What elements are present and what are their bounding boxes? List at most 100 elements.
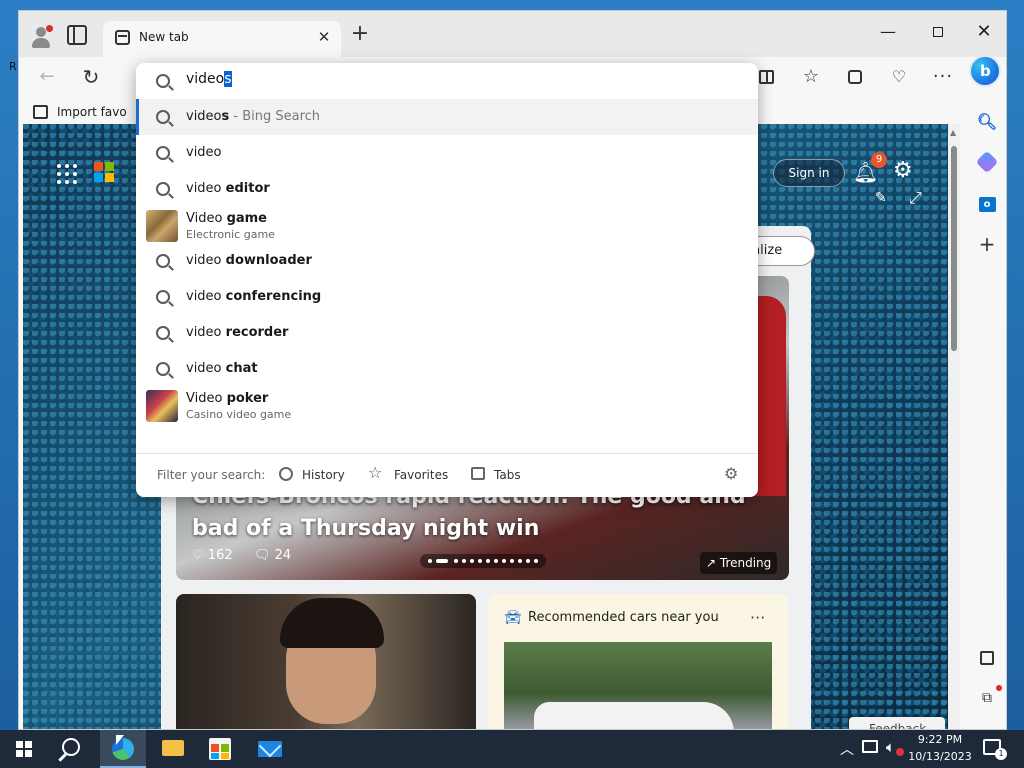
- suggestion-item[interactable]: Video poker Casino video game: [136, 387, 758, 423]
- sidebar-search-icon[interactable]: 🔍︎: [976, 111, 998, 133]
- suggestion-text: videos - Bing Search: [186, 109, 320, 124]
- suggestion-base-text: video: [186, 289, 226, 304]
- store-icon[interactable]: [209, 738, 231, 760]
- open-external-icon[interactable]: ⧉: [976, 687, 998, 709]
- feedback-button[interactable]: Feedback: [849, 717, 945, 729]
- suggestion-item[interactable]: video chat: [136, 351, 758, 387]
- suggestion-source: - Bing Search: [229, 109, 321, 124]
- carousel-dots[interactable]: [420, 554, 546, 568]
- filter-tabs-button[interactable]: Tabs: [494, 468, 521, 482]
- star-icon[interactable]: ☆: [368, 463, 382, 482]
- taskbar-search-icon[interactable]: [62, 738, 80, 756]
- collections-glyph: [848, 70, 862, 84]
- suggestion-bold-text: conferencing: [225, 289, 322, 304]
- suggestion-bold-text: recorder: [225, 325, 289, 340]
- hide-sidebar-icon[interactable]: [976, 647, 998, 669]
- scroll-thumb[interactable]: [951, 146, 957, 351]
- expand-icon[interactable]: ⤢: [909, 188, 922, 208]
- refresh-icon[interactable]: ↻: [77, 63, 105, 91]
- suggestion-item[interactable]: video recorder: [136, 315, 758, 351]
- scroll-up-icon[interactable]: ▲: [950, 128, 956, 137]
- news-card-photo[interactable]: [176, 594, 476, 729]
- close-window-button[interactable]: ✕: [961, 17, 1006, 47]
- clock-time[interactable]: 9:22 PM: [910, 733, 970, 746]
- add-icon[interactable]: +: [976, 233, 998, 255]
- tab-close-button[interactable]: ✕: [315, 28, 333, 46]
- notification-badge: 9: [871, 152, 887, 168]
- suggestion-text: video recorder: [186, 325, 288, 340]
- suggestion-bold-text: chat: [225, 361, 258, 376]
- back-icon[interactable]: ←: [33, 63, 61, 91]
- suggestion-title: Video game: [186, 211, 267, 226]
- sign-in-button[interactable]: Sign in: [773, 159, 845, 187]
- suggestion-text: video: [186, 145, 222, 160]
- address-typed-text: video: [186, 71, 225, 87]
- maximize-button[interactable]: [915, 17, 961, 47]
- address-autocomplete-selection: s: [224, 71, 232, 87]
- tab-title: New tab: [139, 30, 189, 44]
- cars-card[interactable]: 🚘︎ Recommended cars near you ···: [488, 594, 788, 729]
- import-favorites-link[interactable]: Import favo: [57, 105, 127, 119]
- cars-card-more-button[interactable]: ···: [750, 608, 765, 627]
- filter-divider: [136, 453, 758, 454]
- suggestion-base-text: video: [186, 145, 222, 160]
- windows-start-icon[interactable]: [16, 741, 32, 757]
- trending-label: Trending: [719, 556, 772, 570]
- page-scrollbar[interactable]: ▲: [948, 124, 960, 729]
- search-icon: [156, 362, 170, 376]
- app-launcher-icon[interactable]: [57, 164, 77, 184]
- hide-sidebar-glyph: [980, 651, 994, 665]
- address-suggestions-dropdown: videos videos - Bing Search video video ed…: [136, 63, 758, 497]
- folder-icon[interactable]: [162, 740, 184, 756]
- suggestion-item[interactable]: videos - Bing Search: [136, 99, 758, 135]
- likes-count[interactable]: ♡ 162: [192, 548, 233, 563]
- background-edit-icon[interactable]: ✎: [875, 190, 887, 206]
- mail-icon[interactable]: [258, 741, 282, 757]
- suggestion-item[interactable]: video downloader: [136, 243, 758, 279]
- sound-muted-badge: [896, 748, 904, 756]
- search-icon: [156, 74, 170, 88]
- outlook-icon[interactable]: o: [976, 191, 998, 213]
- favorites-icon[interactable]: ☆: [797, 63, 825, 91]
- search-icon: [156, 182, 170, 196]
- comments-count[interactable]: 🗨︎ 24: [254, 548, 291, 563]
- filter-label: Filter your search:: [157, 468, 266, 482]
- tabs-icon[interactable]: [471, 467, 485, 480]
- filter-history-button[interactable]: History: [302, 468, 345, 482]
- clock-date[interactable]: 10/13/2023: [906, 750, 974, 763]
- suggestion-item[interactable]: Video game Electronic game: [136, 207, 758, 243]
- microsoft-logo-icon: [94, 162, 114, 182]
- collections-icon[interactable]: [841, 63, 869, 91]
- address-input[interactable]: videos: [186, 71, 232, 87]
- copilot-icon[interactable]: b: [969, 55, 1001, 87]
- profile-icon: [36, 27, 46, 37]
- network-icon[interactable]: [862, 740, 878, 753]
- search-icon: [156, 326, 170, 340]
- copilot-diamond: [975, 150, 999, 174]
- history-icon[interactable]: [279, 467, 293, 481]
- suggestion-subtitle: Casino video game: [186, 408, 292, 421]
- suggestion-settings-icon[interactable]: ⚙: [724, 464, 738, 483]
- gear-icon[interactable]: ⚙: [893, 158, 913, 183]
- new-tab-button[interactable]: +: [349, 23, 371, 45]
- suggestion-text: video downloader: [186, 253, 312, 268]
- title-bar: New tab ✕ + — ✕: [19, 11, 1006, 57]
- cars-card-title: Recommended cars near you: [528, 610, 719, 625]
- tab-actions-icon[interactable]: [67, 25, 87, 45]
- import-favorites-icon[interactable]: [33, 105, 48, 119]
- tray-chevron-icon[interactable]: ︿: [840, 739, 854, 759]
- filter-favorites-button[interactable]: Favorites: [394, 468, 448, 482]
- sidebar-copilot-icon[interactable]: [975, 150, 999, 174]
- minimize-button[interactable]: —: [865, 17, 911, 47]
- suggestion-text: video chat: [186, 361, 258, 376]
- profile-button[interactable]: [27, 23, 55, 51]
- car-body: [534, 702, 734, 729]
- notifications-badge: 1: [995, 748, 1007, 760]
- more-icon[interactable]: ···: [929, 63, 957, 91]
- suggestion-item[interactable]: video conferencing: [136, 279, 758, 315]
- sound-icon[interactable]: 🔈︎: [886, 738, 895, 756]
- suggestion-item[interactable]: video: [136, 135, 758, 171]
- suggestion-item[interactable]: video editor: [136, 171, 758, 207]
- tab-new-tab[interactable]: New tab ✕: [103, 21, 341, 57]
- performance-icon[interactable]: ♡: [885, 63, 913, 91]
